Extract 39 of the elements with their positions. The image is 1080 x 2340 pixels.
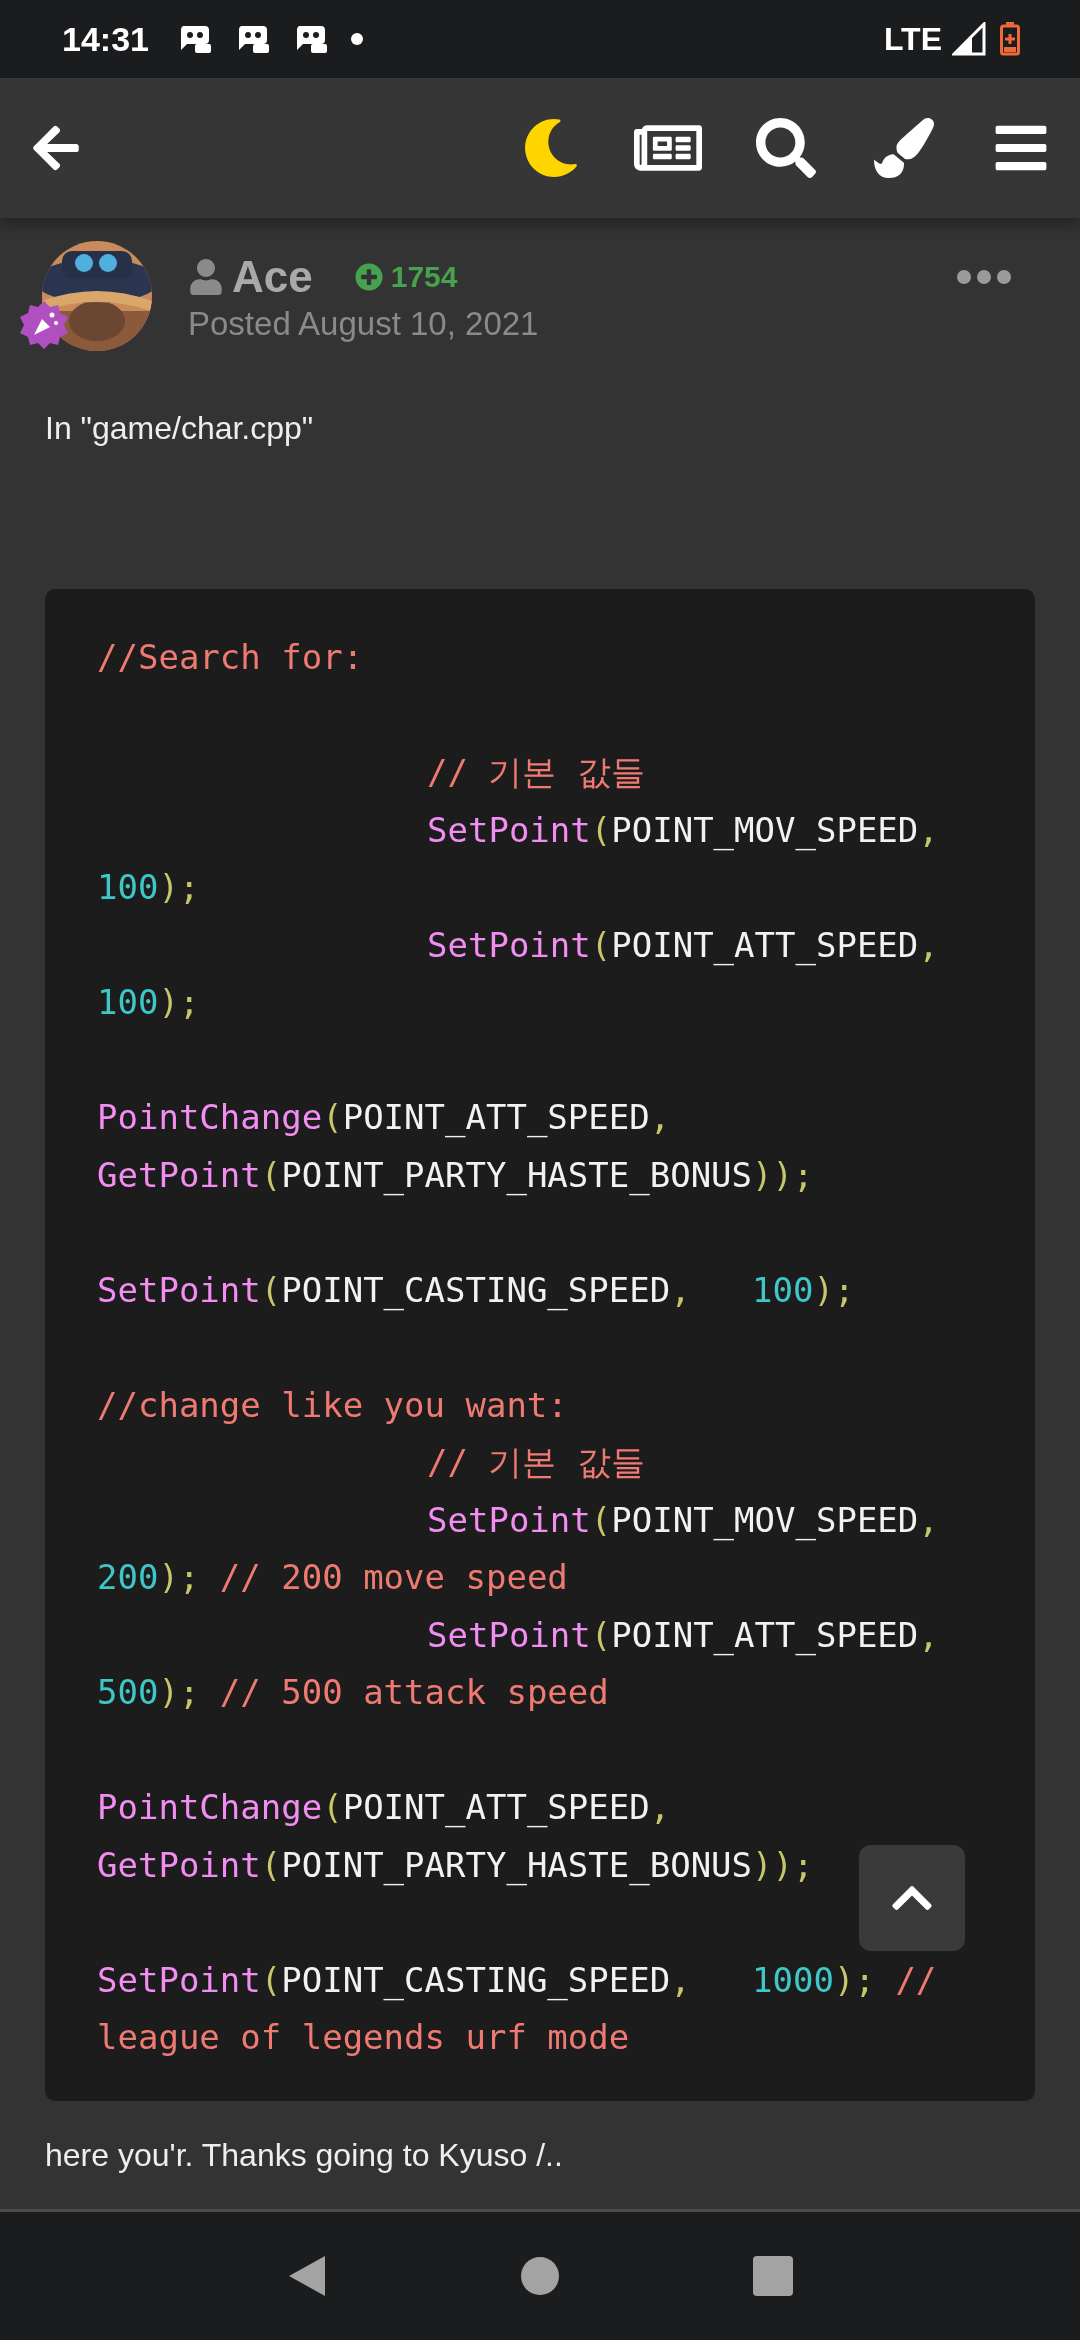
network-type: LTE xyxy=(883,20,942,58)
user-icon xyxy=(188,259,224,295)
code-line: PointChange(POINT_ATT_SPEED, xyxy=(97,1787,671,1827)
battery-icon xyxy=(1000,22,1020,56)
status-time: 14:31 xyxy=(62,19,149,59)
author-name[interactable]: Ace xyxy=(232,252,313,302)
code-line: SetPoint(POINT_ATT_SPEED, xyxy=(427,924,939,965)
signal-icon xyxy=(952,22,986,56)
code-line: GetPoint(POINT_PARTY_HASTE_BONUS)); xyxy=(97,1844,814,1885)
code-line: GetPoint(POINT_PARTY_HASTE_BONUS)); xyxy=(97,1154,814,1195)
scroll-top-button[interactable] xyxy=(859,1844,965,1951)
recents-nav-icon[interactable] xyxy=(753,2256,794,2296)
code-line: SetPoint(POINT_CASTING_SPEED, 100); xyxy=(97,1269,855,1310)
code-line: 100); xyxy=(97,982,200,1022)
code-line: PointChange(POINT_ATT_SPEED, xyxy=(97,1097,671,1137)
home-nav-icon[interactable] xyxy=(520,2256,560,2296)
post-date: Posted August 10, 2021 xyxy=(188,305,540,343)
plus-icon xyxy=(354,263,383,291)
code-line: 500); // 500 attack speed xyxy=(97,1672,609,1712)
code-line: 100); xyxy=(97,867,200,907)
dot-icon xyxy=(350,33,363,45)
code-line: //change like you want: xyxy=(97,1384,568,1425)
code-line: SetPoint(POINT_CASTING_SPEED, 1000); // xyxy=(97,1959,937,2000)
code-line: SetPoint(POINT_MOV_SPEED, xyxy=(427,809,939,850)
code-line: league of legends urf mode xyxy=(97,2017,630,2057)
reputation-count: 1754 xyxy=(390,260,458,294)
moon-icon[interactable] xyxy=(522,119,580,177)
post-text: here you'r. Thanks going to Kyuso /.. xyxy=(45,2136,564,2174)
code-line: //Search for: xyxy=(97,637,364,677)
code-line: SetPoint(POINT_ATT_SPEED, xyxy=(427,1614,939,1655)
post-text: In "game/char.cpp" xyxy=(45,410,315,447)
more-icon[interactable] xyxy=(957,270,1011,284)
search-icon[interactable] xyxy=(756,118,816,178)
code-line: // 기본 값들 xyxy=(427,1442,645,1482)
code-line: 200); // 200 move speed xyxy=(97,1557,568,1597)
brush-icon[interactable] xyxy=(874,118,934,178)
badge-icon xyxy=(18,299,70,351)
code-line: SetPoint(POINT_MOV_SPEED, xyxy=(427,1499,939,1540)
code-line: // 기본 값들 xyxy=(427,752,645,792)
